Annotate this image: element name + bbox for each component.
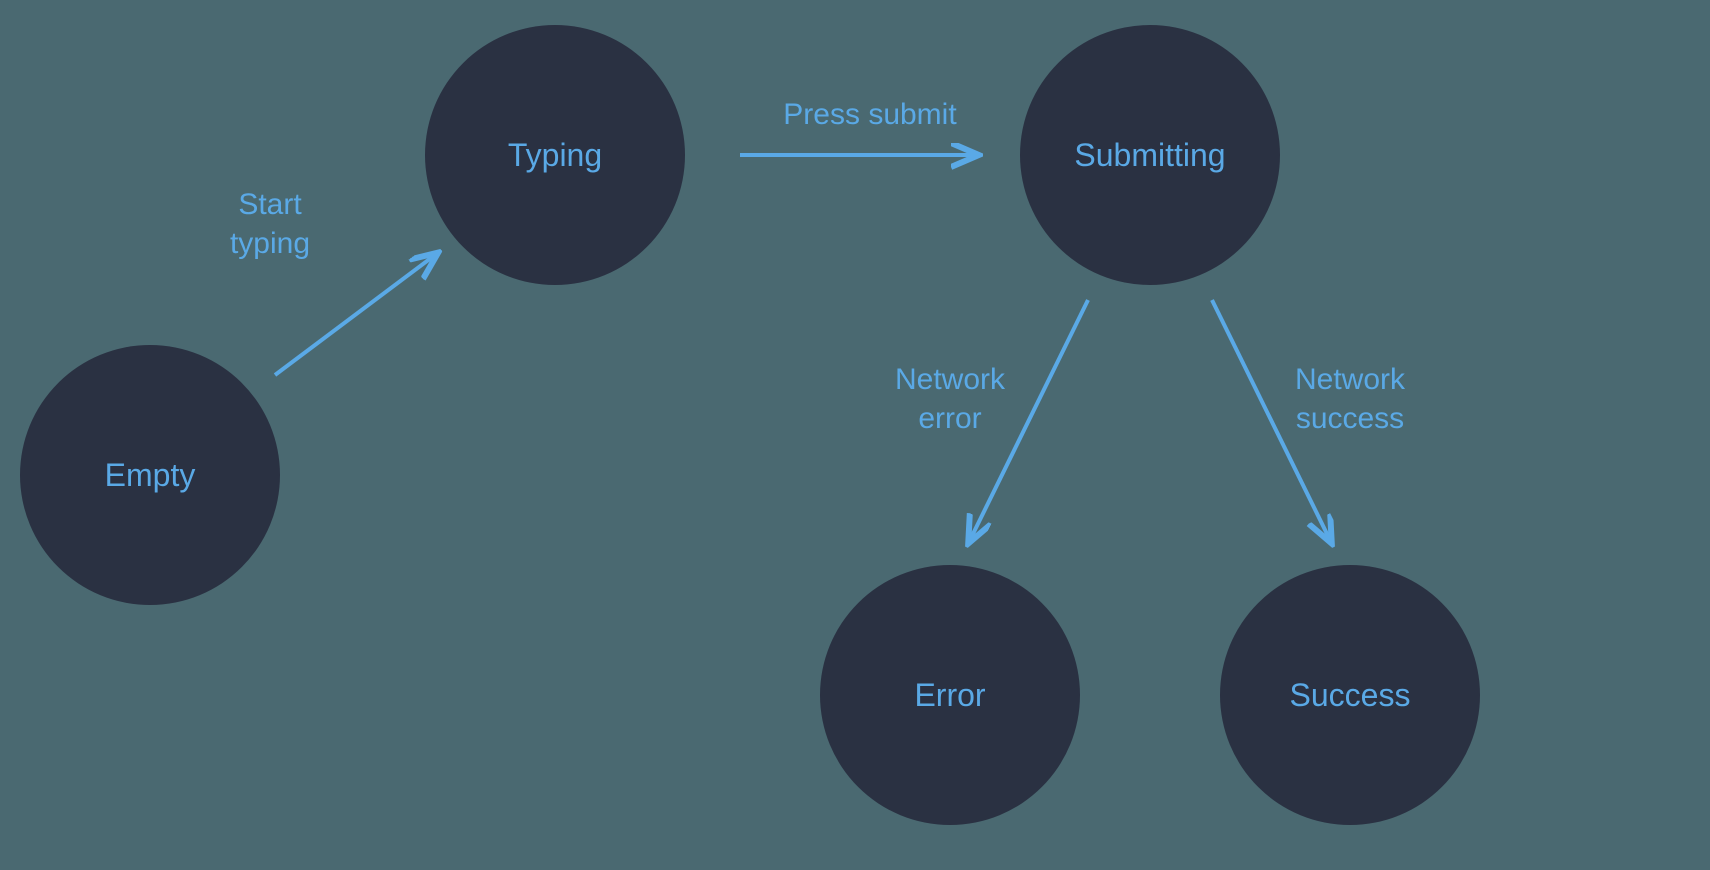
state-label: Empty <box>105 457 196 494</box>
transition-label-text: success <box>1296 402 1404 435</box>
transition-label-text: Network <box>1295 363 1405 396</box>
state-submitting: Submitting <box>1020 25 1280 285</box>
transition-label-text: Start <box>238 188 301 221</box>
state-success: Success <box>1220 565 1480 825</box>
arrow-empty-to-typing <box>275 255 435 375</box>
state-label: Typing <box>508 137 602 174</box>
transition-press-submit: Press submit <box>760 95 980 134</box>
state-label: Submitting <box>1074 137 1225 174</box>
state-label: Error <box>914 677 985 714</box>
state-empty: Empty <box>20 345 280 605</box>
transition-network-success: Network success <box>1270 360 1430 438</box>
transition-network-error: Network error <box>870 360 1030 438</box>
transition-label-text: error <box>918 402 981 435</box>
state-error: Error <box>820 565 1080 825</box>
transition-start-typing: Start typing <box>200 185 340 263</box>
transition-label-text: Network <box>895 363 1005 396</box>
state-typing: Typing <box>425 25 685 285</box>
transition-label-text: typing <box>230 227 310 260</box>
state-label: Success <box>1290 677 1411 714</box>
transition-label-text: Press submit <box>783 98 956 131</box>
